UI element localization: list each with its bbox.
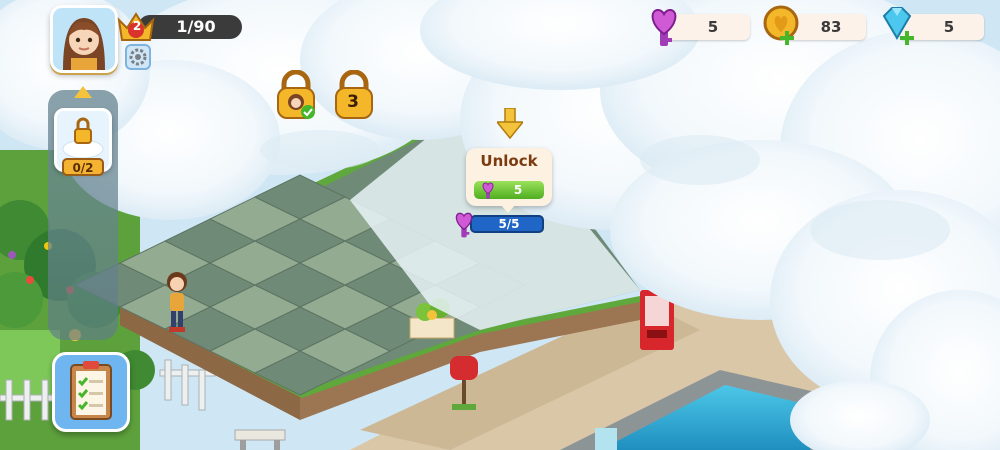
avatar-girl-icon [53,8,115,70]
lock-icon [277,69,315,119]
unlock-progress-text: 5/5 [498,217,520,231]
settings-button[interactable] [125,44,151,70]
heart-key-icon [651,8,677,46]
gear-icon [129,48,147,66]
unlock-cost: 5 [513,183,523,197]
add-gems-button[interactable] [900,30,914,45]
heart-key-icon [482,182,494,199]
plus-icon [780,31,794,45]
plus-icon [900,31,914,45]
heart-key-icon [455,212,473,238]
hearts-value: 5 [707,18,719,36]
cloud-lock-icon [62,117,104,159]
player-avatar[interactable] [50,5,118,73]
add-coins-button[interactable] [780,30,794,45]
xp-text: 1/90 [176,17,216,36]
unlock-progress-bar: 5/5 [470,215,544,233]
unlock-title: Unlock [480,152,538,170]
clipboard-icon [70,361,112,420]
quest-list-button[interactable] [52,352,130,432]
completed-lock[interactable] [274,69,318,122]
lock-level-number: 3 [347,92,359,112]
coins-value: 83 [820,18,842,36]
player-level: 2 [132,19,142,33]
chevron-up-icon[interactable] [74,86,92,98]
arrow-down-icon [497,108,523,140]
gems-value: 5 [943,18,955,36]
popup-tail [500,204,516,213]
expansion-count: 0/2 [62,158,104,176]
